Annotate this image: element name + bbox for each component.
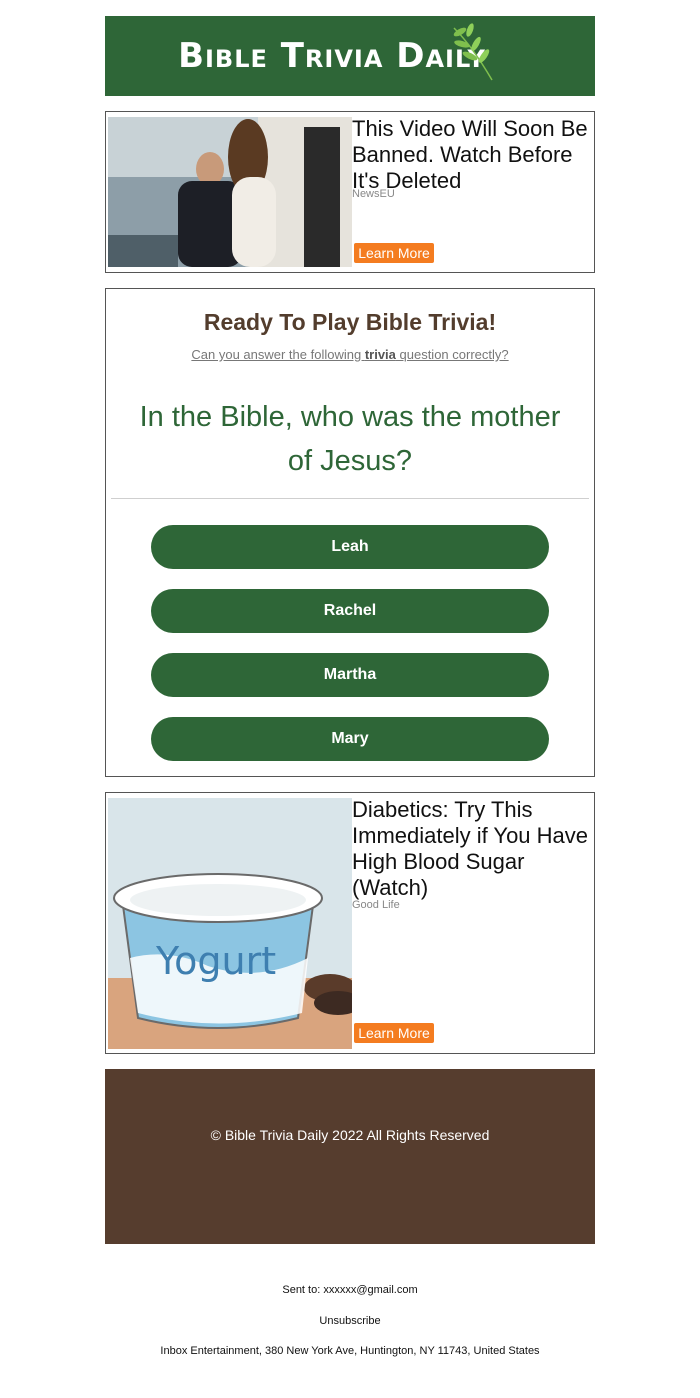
brand-header: Bible Trivia Daily [105, 16, 595, 96]
trivia-heading: Ready To Play Bible Trivia! [203, 309, 497, 335]
sponsored-ad-1[interactable]: This Video Will Soon Be Banned. Watch Be… [105, 111, 595, 273]
trivia-subheading[interactable]: Can you answer the following trivia ques… [106, 347, 594, 362]
ad-headline[interactable]: Diabetics: Try This Immediately if You H… [352, 797, 592, 901]
subheading-text-end: question correctly? [395, 347, 509, 362]
ad-source: Good Life [352, 899, 400, 911]
answer-button-mary[interactable]: Mary [151, 717, 549, 761]
ad-image-yogurt[interactable]: Yogurt [108, 798, 352, 1049]
divider [111, 498, 589, 499]
copyright-text: © Bible Trivia Daily 2022 All Rights Res… [210, 1127, 490, 1143]
trivia-question: In the Bible, who was the mother of Jesu… [139, 401, 561, 477]
leaf-icon [453, 23, 493, 81]
answer-button-martha[interactable]: Martha [151, 653, 549, 697]
yogurt-illustration: Yogurt [108, 798, 352, 1049]
learn-more-button[interactable]: Learn More [354, 243, 434, 263]
answer-button-rachel[interactable]: Rachel [151, 589, 549, 633]
yogurt-label: Yogurt [155, 939, 276, 983]
sent-to-text: Sent to: xxxxxx@gmail.com [282, 1284, 418, 1296]
subheading-text-start: Can you answer the following [191, 347, 365, 362]
brand-title: Bible Trivia Daily [178, 36, 486, 76]
answer-button-leah[interactable]: Leah [151, 525, 549, 569]
trivia-card: Ready To Play Bible Trivia! Can you answ… [105, 288, 595, 777]
sponsored-ad-2[interactable]: Yogurt Diabetics: Try This Immediately i… [105, 792, 595, 1054]
couple-jet-illustration [108, 117, 352, 267]
learn-more-button[interactable]: Learn More [354, 1023, 434, 1043]
subheading-bold-word: trivia [364, 347, 396, 362]
unsubscribe-link[interactable]: Unsubscribe [0, 1315, 700, 1327]
ad-headline[interactable]: This Video Will Soon Be Banned. Watch Be… [352, 116, 592, 194]
footer: © Bible Trivia Daily 2022 All Rights Res… [105, 1069, 595, 1244]
ad-image-couple-jet[interactable] [108, 117, 352, 267]
postal-address: Inbox Entertainment, 380 New York Ave, H… [160, 1345, 540, 1357]
ad-source: NewsEU [352, 188, 395, 200]
